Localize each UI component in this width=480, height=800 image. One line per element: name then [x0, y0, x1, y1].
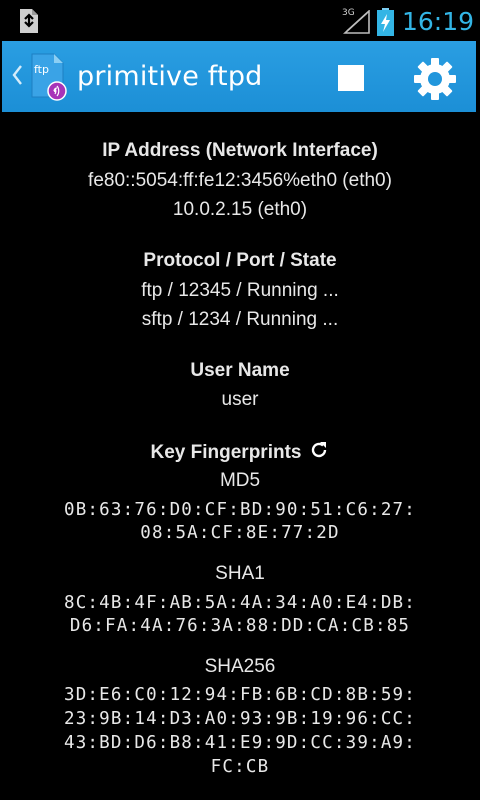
clock: 16:19 [402, 7, 475, 36]
sha1-label: SHA1 [215, 563, 265, 584]
app-logo-text: ftp [34, 63, 49, 76]
ip-address-line: fe80::5054:ff:fe12:3456%eth0 (eth0) [88, 170, 392, 191]
chevron-left-icon[interactable] [11, 63, 23, 87]
md5-value-line: 0B:63:76:D0:CF:BD:90:51:C6:27: [63, 500, 417, 520]
md5-label: MD5 [219, 470, 261, 491]
sha256-label: SHA256 [204, 656, 276, 677]
stop-button[interactable] [338, 65, 364, 91]
status-bar: 3G 16:19 [0, 0, 480, 40]
sha1-value-line: D6:FA:4A:76:3A:88:DD:CA:CB:85 [69, 616, 411, 636]
app-logo[interactable]: ftp [26, 53, 70, 101]
download-notification-icon [20, 9, 38, 33]
sha256-value-line: 43:BD:D6:B8:41:E9:9D:CC:39:A9: [63, 733, 417, 753]
md5-value-line: 08:5A:CF:8E:77:2D [140, 523, 340, 543]
signal-icon [343, 10, 370, 34]
refresh-icon[interactable] [309, 440, 329, 460]
battery-charging-icon [377, 8, 394, 36]
sha256-value-line: 23:9B:14:D3:A0:93:9B:19:96:CC: [63, 709, 417, 729]
sha1-value-line: 8C:4B:4F:AB:5A:4A:34:A0:E4:DB: [63, 593, 417, 613]
sha256-value-line: 3D:E6:C0:12:94:FB:6B:CD:8B:59: [63, 685, 417, 705]
app-title: primitive ftpd [77, 61, 263, 92]
protocol-line: ftp / 12345 / Running ... [141, 280, 339, 301]
key-fingerprints-label: Key Fingerprints [150, 442, 302, 463]
user-name-heading: User Name [190, 360, 290, 381]
sha256-value-line: FC:CB [210, 757, 270, 777]
protocol-line: sftp / 1234 / Running ... [141, 309, 339, 330]
protocol-heading: Protocol / Port / State [143, 250, 337, 271]
gear-icon[interactable] [412, 56, 458, 102]
key-fingerprints-heading: Key Fingerprints [0, 440, 480, 464]
ip-address-heading: IP Address (Network Interface) [102, 140, 378, 161]
ip-address-line: 10.0.2.15 (eth0) [172, 199, 308, 220]
user-name-value: user [221, 389, 259, 410]
action-bar: ftp primitive ftpd [2, 41, 476, 112]
